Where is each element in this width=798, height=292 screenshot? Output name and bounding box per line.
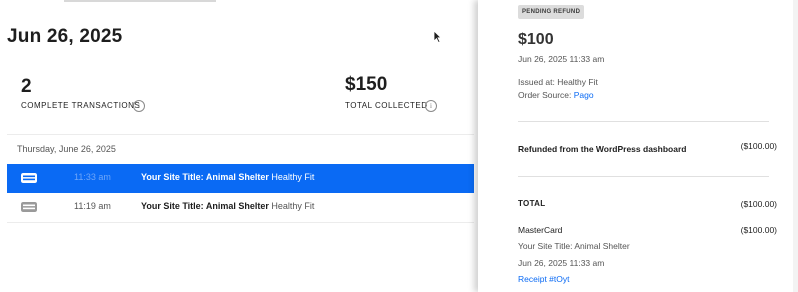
transaction-site: Your Site Title: Animal Shelter: [141, 201, 269, 211]
transaction-name: Healthy Fit: [271, 172, 315, 182]
scrollbar-track[interactable]: [793, 0, 798, 292]
payment-datetime: Jun 26, 2025 11:33 am: [518, 258, 605, 268]
divider: [518, 176, 769, 177]
order-source: Order Source: Pago: [518, 90, 594, 100]
divider: [7, 134, 474, 135]
total-label: TOTAL: [518, 199, 546, 208]
info-icon[interactable]: i: [425, 100, 437, 112]
total-collected-label: TOTAL COLLECTED: [345, 101, 428, 110]
total-value: ($100.00): [740, 199, 777, 209]
refund-line-value: ($100.00): [740, 141, 777, 151]
transaction-time: 11:19 am: [74, 201, 111, 211]
detail-datetime: Jun 26, 2025 11:33 am: [518, 54, 605, 64]
page-title: Jun 26, 2025: [7, 26, 123, 47]
transaction-time: 11:33 am: [74, 172, 111, 182]
transaction-name: Healthy Fit: [271, 201, 315, 211]
transaction-site: Your Site Title: Animal Shelter: [141, 172, 269, 182]
mouse-cursor-icon: [433, 30, 442, 43]
transaction-row[interactable]: 11:33 am Your Site Title: Animal Shelter…: [7, 164, 474, 193]
status-badge: PENDING REFUND: [518, 5, 585, 19]
divider: [7, 222, 474, 223]
credit-card-icon: [21, 202, 37, 212]
transaction-group-date: Thursday, June 26, 2025: [17, 144, 116, 154]
order-source-label: Order Source:: [518, 90, 574, 100]
credit-card-icon: [21, 173, 37, 183]
transaction-description: Your Site Title: Animal Shelter Healthy …: [141, 201, 314, 211]
transaction-row[interactable]: 11:19 am Your Site Title: Animal Shelter…: [7, 193, 474, 222]
issued-at: Issued at: Healthy Fit: [518, 77, 598, 87]
total-collected-amount: $150: [345, 74, 388, 95]
transaction-description: Your Site Title: Animal Shelter Healthy …: [141, 172, 314, 182]
order-source-link[interactable]: Pago: [574, 90, 594, 100]
refund-line-label: Refunded from the WordPress dashboard: [518, 144, 687, 154]
detail-amount: $100: [518, 31, 554, 48]
complete-transactions-label: COMPLETE TRANSACTIONS: [21, 101, 141, 110]
payment-site: Your Site Title: Animal Shelter: [518, 241, 630, 251]
top-scroll-indicator: [64, 0, 216, 2]
complete-transactions-count: 2: [21, 76, 32, 97]
payment-method: MasterCard: [518, 225, 563, 235]
receipt-link[interactable]: Receipt #tOyt: [518, 274, 570, 284]
payment-value: ($100.00): [740, 225, 777, 235]
info-icon[interactable]: i: [133, 100, 145, 112]
divider: [518, 121, 769, 122]
